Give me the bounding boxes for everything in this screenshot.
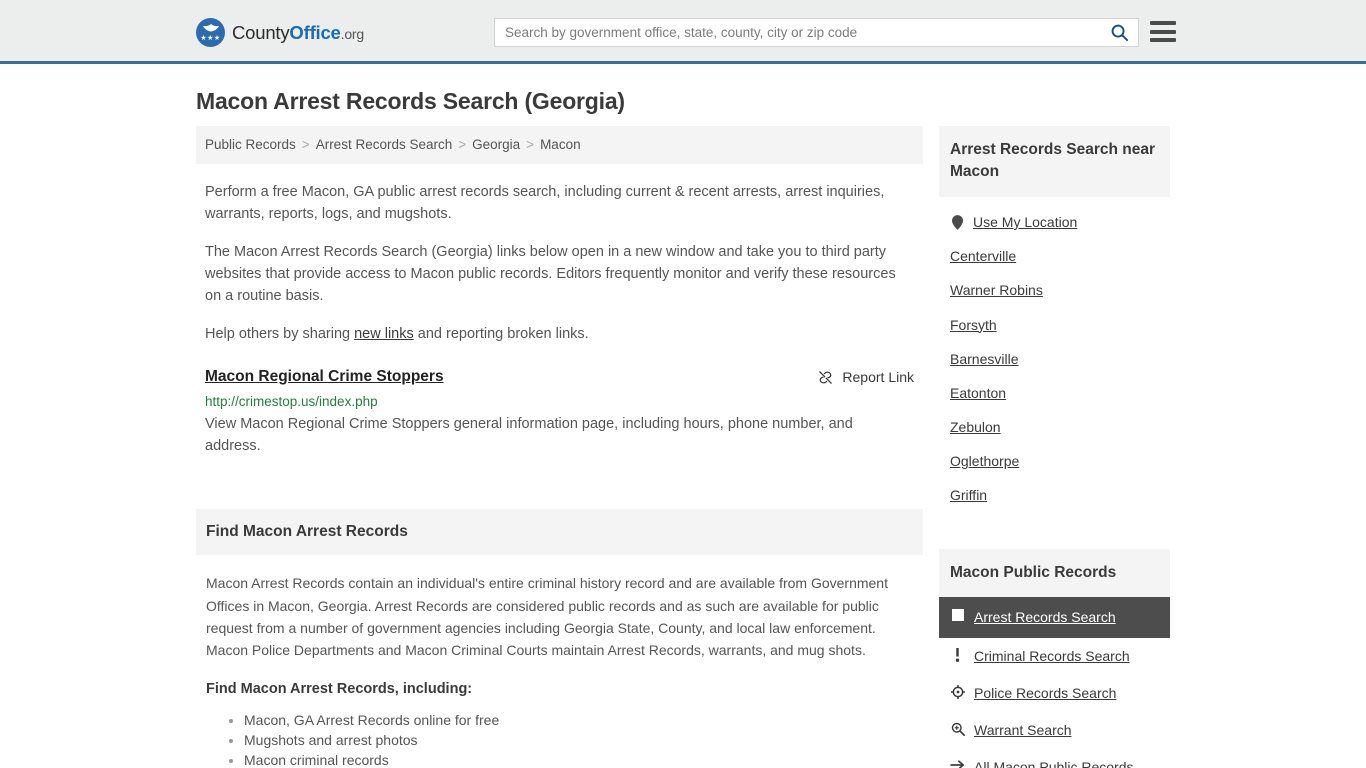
hamburger-bar xyxy=(1150,38,1176,42)
find-records-bullet-list: Macon, GA Arrest Records online for free… xyxy=(206,711,913,768)
three-stars-icon: ★★★ xyxy=(200,35,221,42)
arrow-right-icon xyxy=(950,759,965,768)
public-records-widget: Macon Public Records Arrest Records Sear… xyxy=(939,548,1170,768)
map-pin-icon xyxy=(950,214,964,230)
breadcrumb-separator: > xyxy=(458,137,467,152)
breadcrumb-item-georgia[interactable]: Georgia xyxy=(472,137,520,152)
magnifier-plus-icon xyxy=(950,722,965,736)
nearby-city-link[interactable]: Griffin xyxy=(950,486,987,504)
sidebar-item-warrant-search[interactable]: Warrant Search xyxy=(939,712,1170,749)
intro-text: Perform a free Macon, GA public arrest r… xyxy=(196,181,923,346)
brand-county: County xyxy=(232,21,290,43)
nearby-city-list: Use My Location Centerville Warner Robin… xyxy=(939,197,1170,513)
sidebar-item-criminal-records-search[interactable]: Criminal Records Search xyxy=(939,638,1170,675)
sidebar-item-forsyth[interactable]: Forsyth xyxy=(939,308,1170,342)
sidebar-item-use-my-location[interactable]: Use My Location xyxy=(939,197,1170,239)
nearby-widget-heading: Arrest Records Search near Macon xyxy=(950,141,1156,181)
content-columns: Public Records > Arrest Records Search > Geo… xyxy=(0,126,1366,768)
breadcrumb-item-arrest-records-search[interactable]: Arrest Records Search xyxy=(316,137,453,152)
breadcrumb: Public Records > Arrest Records Search > Geo… xyxy=(196,126,923,164)
warrant-search-link[interactable]: Warrant Search xyxy=(974,721,1072,740)
report-link-button[interactable]: Report Link xyxy=(817,369,914,386)
site-header: ★★★ CountyOffice.org xyxy=(0,0,1366,64)
hamburger-menu-icon[interactable] xyxy=(1150,21,1176,42)
search-bar[interactable] xyxy=(494,18,1139,47)
target-crosshair-icon xyxy=(950,684,965,699)
sidebar-item-zebulon[interactable]: Zebulon xyxy=(939,410,1170,444)
site-logo[interactable]: ★★★ CountyOffice.org xyxy=(196,18,364,47)
intro-paragraph-2: The Macon Arrest Records Search (Georgia… xyxy=(205,243,896,305)
hamburger-bar xyxy=(1150,29,1176,34)
find-records-subheading: Find Macon Arrest Records, including: xyxy=(206,680,473,697)
intro-p3-before: Help others by sharing xyxy=(205,326,355,343)
breadcrumb-item-macon[interactable]: Macon xyxy=(540,137,581,152)
find-records-paragraph: Macon Arrest Records contain an individu… xyxy=(206,575,888,658)
nearby-city-link[interactable]: Centerville xyxy=(950,247,1016,265)
list-item: Mugshots and arrest photos xyxy=(244,731,913,751)
result-item: Macon Regional Crime Stoppers Report Lin… xyxy=(196,368,923,458)
white-square-icon xyxy=(950,609,965,622)
list-item: Macon, GA Arrest Records online for free xyxy=(244,711,913,731)
brand-org: .org xyxy=(340,25,365,42)
nearby-city-link[interactable]: Barnesville xyxy=(950,350,1018,368)
public-records-widget-header: Macon Public Records xyxy=(939,548,1170,598)
result-header: Macon Regional Crime Stoppers Report Lin… xyxy=(205,368,914,386)
sidebar-item-barnesville[interactable]: Barnesville xyxy=(939,342,1170,376)
sidebar-item-griffin[interactable]: Griffin xyxy=(939,478,1170,512)
sidebar-item-warner-robins[interactable]: Warner Robins xyxy=(939,273,1170,307)
broken-link-icon xyxy=(819,370,833,384)
sidebar-item-centerville[interactable]: Centerville xyxy=(939,239,1170,273)
sidebar: Arrest Records Search near Macon Use My … xyxy=(939,126,1170,768)
result-url-link[interactable]: http://crimestop.us/index.php xyxy=(205,394,914,409)
breadcrumb-separator: > xyxy=(301,137,310,152)
find-records-section-header: Find Macon Arrest Records xyxy=(196,509,923,556)
nearby-city-link[interactable]: Forsyth xyxy=(950,316,997,334)
breadcrumb-item-public-records[interactable]: Public Records xyxy=(205,137,296,152)
arrest-records-search-link[interactable]: Arrest Records Search xyxy=(974,608,1116,627)
countyoffice-logo-icon: ★★★ xyxy=(196,18,225,47)
sidebar-item-all-public-records[interactable]: All Macon Public Records (Georgia) xyxy=(939,749,1170,768)
nearby-widget-header: Arrest Records Search near Macon xyxy=(939,126,1170,197)
intro-p3-after: and reporting broken links. xyxy=(413,326,589,343)
intro-paragraph-3: Help others by sharing new links and rep… xyxy=(205,323,914,345)
police-records-search-link[interactable]: Police Records Search xyxy=(974,684,1116,703)
hamburger-bar xyxy=(1150,21,1176,25)
nearby-city-link[interactable]: Zebulon xyxy=(950,418,1001,436)
nearby-city-link[interactable]: Warner Robins xyxy=(950,281,1043,299)
nearby-city-link[interactable]: Oglethorpe xyxy=(950,452,1019,470)
exclamation-icon xyxy=(950,647,965,662)
sidebar-item-police-records-search[interactable]: Police Records Search xyxy=(939,675,1170,712)
public-records-list: Arrest Records Search Criminal Records S… xyxy=(939,597,1170,768)
result-title-link[interactable]: Macon Regional Crime Stoppers xyxy=(205,368,444,386)
main-content: Public Records > Arrest Records Search > Geo… xyxy=(196,126,923,768)
criminal-records-search-link[interactable]: Criminal Records Search xyxy=(974,647,1130,666)
public-records-heading: Macon Public Records xyxy=(950,563,1117,581)
breadcrumb-separator: > xyxy=(526,137,535,152)
new-links-link[interactable]: new links xyxy=(354,326,414,342)
find-records-section-body: Macon Arrest Records contain an individu… xyxy=(196,572,923,768)
use-my-location-link[interactable]: Use My Location xyxy=(973,213,1077,231)
search-icon xyxy=(1111,24,1128,42)
search-button[interactable] xyxy=(1100,19,1138,46)
nearby-city-link[interactable]: Eatonton xyxy=(950,384,1006,402)
find-records-heading: Find Macon Arrest Records xyxy=(206,523,408,541)
intro-paragraph-1: Perform a free Macon, GA public arrest r… xyxy=(205,183,885,222)
page-title: Macon Arrest Records Search (Georgia) xyxy=(196,88,625,114)
search-input[interactable] xyxy=(495,19,1100,46)
sidebar-item-arrest-records-search[interactable]: Arrest Records Search xyxy=(939,597,1170,638)
nearby-widget: Arrest Records Search near Macon Use My … xyxy=(939,126,1170,513)
report-link-label: Report Link xyxy=(842,369,914,386)
sidebar-item-oglethorpe[interactable]: Oglethorpe xyxy=(939,444,1170,478)
result-description: View Macon Regional Crime Stoppers gener… xyxy=(205,415,853,454)
all-public-records-link[interactable]: All Macon Public Records (Georgia) xyxy=(974,758,1159,768)
brand-office: Office xyxy=(289,21,341,43)
brand-wordmark: CountyOffice.org xyxy=(232,22,364,44)
eagle-glyph-icon xyxy=(202,24,219,32)
sidebar-item-eatonton[interactable]: Eatonton xyxy=(939,376,1170,410)
list-item: Macon criminal records xyxy=(244,751,913,768)
